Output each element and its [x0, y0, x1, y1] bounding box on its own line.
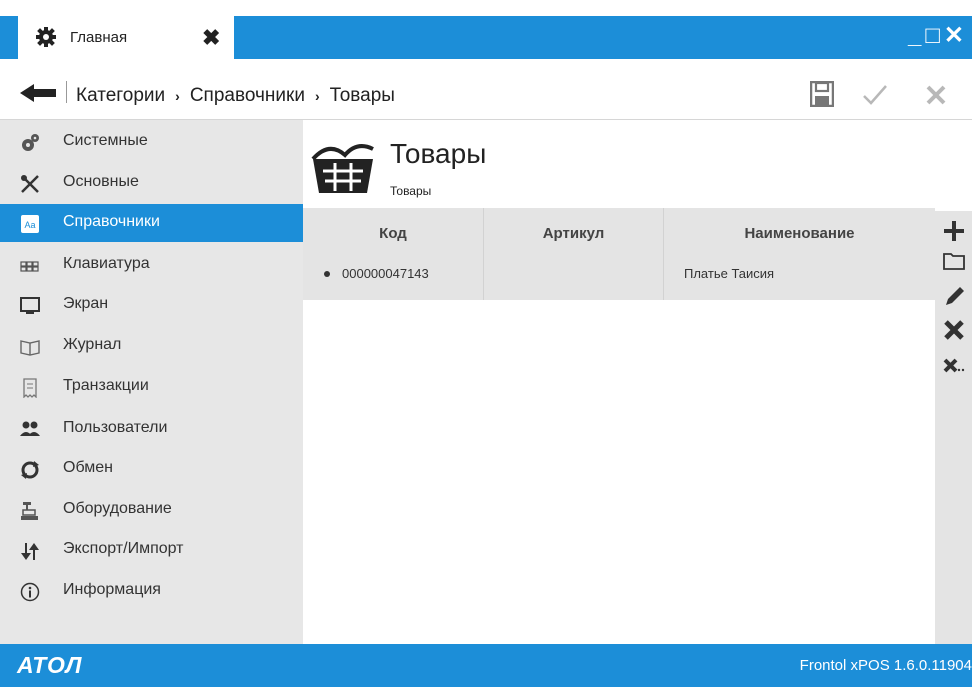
monitor-icon — [20, 297, 40, 314]
divider — [66, 81, 67, 103]
tools-icon — [21, 175, 39, 193]
sidebar-item-exchange[interactable]: Обмен — [0, 450, 303, 488]
cell-code: 000000047143 — [303, 259, 483, 300]
sidebar-item-system[interactable]: Системные — [0, 123, 303, 161]
close-window-button[interactable]: ✕ — [944, 22, 964, 50]
right-toolbar — [935, 211, 972, 644]
breadcrumb-separator: › — [175, 88, 180, 104]
basket-icon — [311, 144, 374, 193]
sidebar-item-users[interactable]: Пользователи — [0, 410, 303, 448]
journal-icon — [20, 340, 40, 356]
sidebar: Системные Основные Aa Справочники Клавиа… — [0, 120, 303, 644]
sidebar-item-label: Журнал — [63, 336, 122, 353]
add-icon[interactable] — [942, 219, 966, 243]
sidebar-item-label: Экспорт/Импорт — [63, 540, 184, 557]
breadcrumb: Категории › Справочники › Товары — [76, 85, 395, 107]
back-arrow-icon[interactable] — [20, 84, 56, 102]
sidebar-item-main[interactable]: Основные — [0, 164, 303, 202]
sidebar-item-label: Оборудование — [63, 500, 172, 517]
edit-icon[interactable] — [942, 285, 966, 309]
sidebar-item-transactions[interactable]: Транзакции — [0, 368, 303, 406]
delete-all-icon[interactable] — [942, 354, 966, 378]
cell-code-value: 000000047143 — [342, 266, 429, 281]
cell-article — [483, 259, 663, 300]
users-icon — [20, 421, 40, 436]
sidebar-item-label: Основные — [63, 173, 139, 190]
brand-logo: АТОЛ — [17, 652, 83, 678]
sidebar-item-equipment[interactable]: Оборудование — [0, 491, 303, 529]
sidebar-item-screen[interactable]: Экран — [0, 286, 303, 324]
column-header-code[interactable]: Код — [303, 208, 483, 259]
sidebar-item-label: Пользователи — [63, 419, 168, 436]
sidebar-item-journal[interactable]: Журнал — [0, 327, 303, 365]
sync-icon — [21, 461, 39, 479]
folder-icon[interactable] — [942, 249, 966, 273]
goods-table: Код Артикул Наименование 000000047143 Пл… — [303, 208, 935, 300]
table-header: Код Артикул Наименование — [303, 208, 935, 259]
dictionary-icon: Aa — [21, 215, 39, 233]
receipt-icon — [23, 378, 37, 398]
breadcrumb-separator: › — [314, 88, 320, 104]
column-header-name[interactable]: Наименование — [663, 208, 935, 259]
breadcrumb-bar: Категории › Справочники › Товары — [0, 59, 972, 120]
cash-register-icon — [21, 502, 38, 520]
row-bullet — [324, 270, 330, 277]
minimize-button[interactable]: _ — [908, 22, 921, 50]
breadcrumb-item-categories[interactable]: Категории — [76, 85, 165, 107]
title-bar: Главная ✖ _ □ ✕ — [0, 16, 972, 59]
sidebar-item-keyboard[interactable]: Клавиатура — [0, 246, 303, 284]
page-title: Товары — [390, 138, 487, 169]
breadcrumb-item-goods: Товары — [329, 85, 395, 106]
sidebar-item-label: Информация — [63, 581, 161, 598]
main-content: Товары Товары Код Артикул Наименование 0… — [303, 120, 935, 644]
version-label: Frontol xPOS 1.6.0.11904 — [799, 657, 972, 674]
delete-icon[interactable] — [942, 318, 966, 342]
status-bar: АТОЛ Frontol xPOS 1.6.0.11904 — [0, 644, 972, 687]
sidebar-item-info[interactable]: Информация — [0, 572, 303, 610]
keyboard-icon — [20, 261, 39, 272]
sidebar-item-label: Обмен — [63, 459, 113, 476]
tab-close-icon[interactable]: ✖ — [202, 25, 220, 51]
gear-icon — [36, 27, 56, 47]
check-icon[interactable] — [862, 84, 888, 106]
tab-label: Главная — [70, 29, 128, 46]
export-import-icon — [21, 543, 39, 560]
table-row[interactable]: 000000047143 Платье Таисия — [303, 259, 935, 300]
tab-home[interactable]: Главная ✖ — [18, 16, 234, 59]
maximize-button[interactable]: □ — [925, 22, 940, 50]
gears-icon — [22, 134, 39, 151]
sidebar-item-label: Системные — [63, 132, 148, 149]
sidebar-item-label: Транзакции — [63, 377, 149, 394]
cell-name: Платье Таисия — [663, 259, 935, 300]
close-icon[interactable] — [926, 85, 946, 105]
page-subtitle: Товары — [390, 184, 432, 198]
info-icon — [20, 582, 40, 602]
sidebar-item-dictionaries[interactable]: Aa Справочники — [0, 204, 303, 242]
breadcrumb-item-dictionaries[interactable]: Справочники — [190, 85, 305, 107]
column-header-article[interactable]: Артикул — [483, 208, 663, 259]
save-icon[interactable] — [810, 81, 834, 107]
svg-text:Aa: Aa — [24, 220, 35, 230]
sidebar-item-label: Экран — [63, 295, 109, 312]
sidebar-item-export-import[interactable]: Экспорт/Импорт — [0, 531, 303, 569]
sidebar-item-label: Справочники — [63, 213, 160, 230]
window-controls: _ □ ✕ — [908, 22, 964, 50]
sidebar-item-label: Клавиатура — [63, 255, 150, 272]
